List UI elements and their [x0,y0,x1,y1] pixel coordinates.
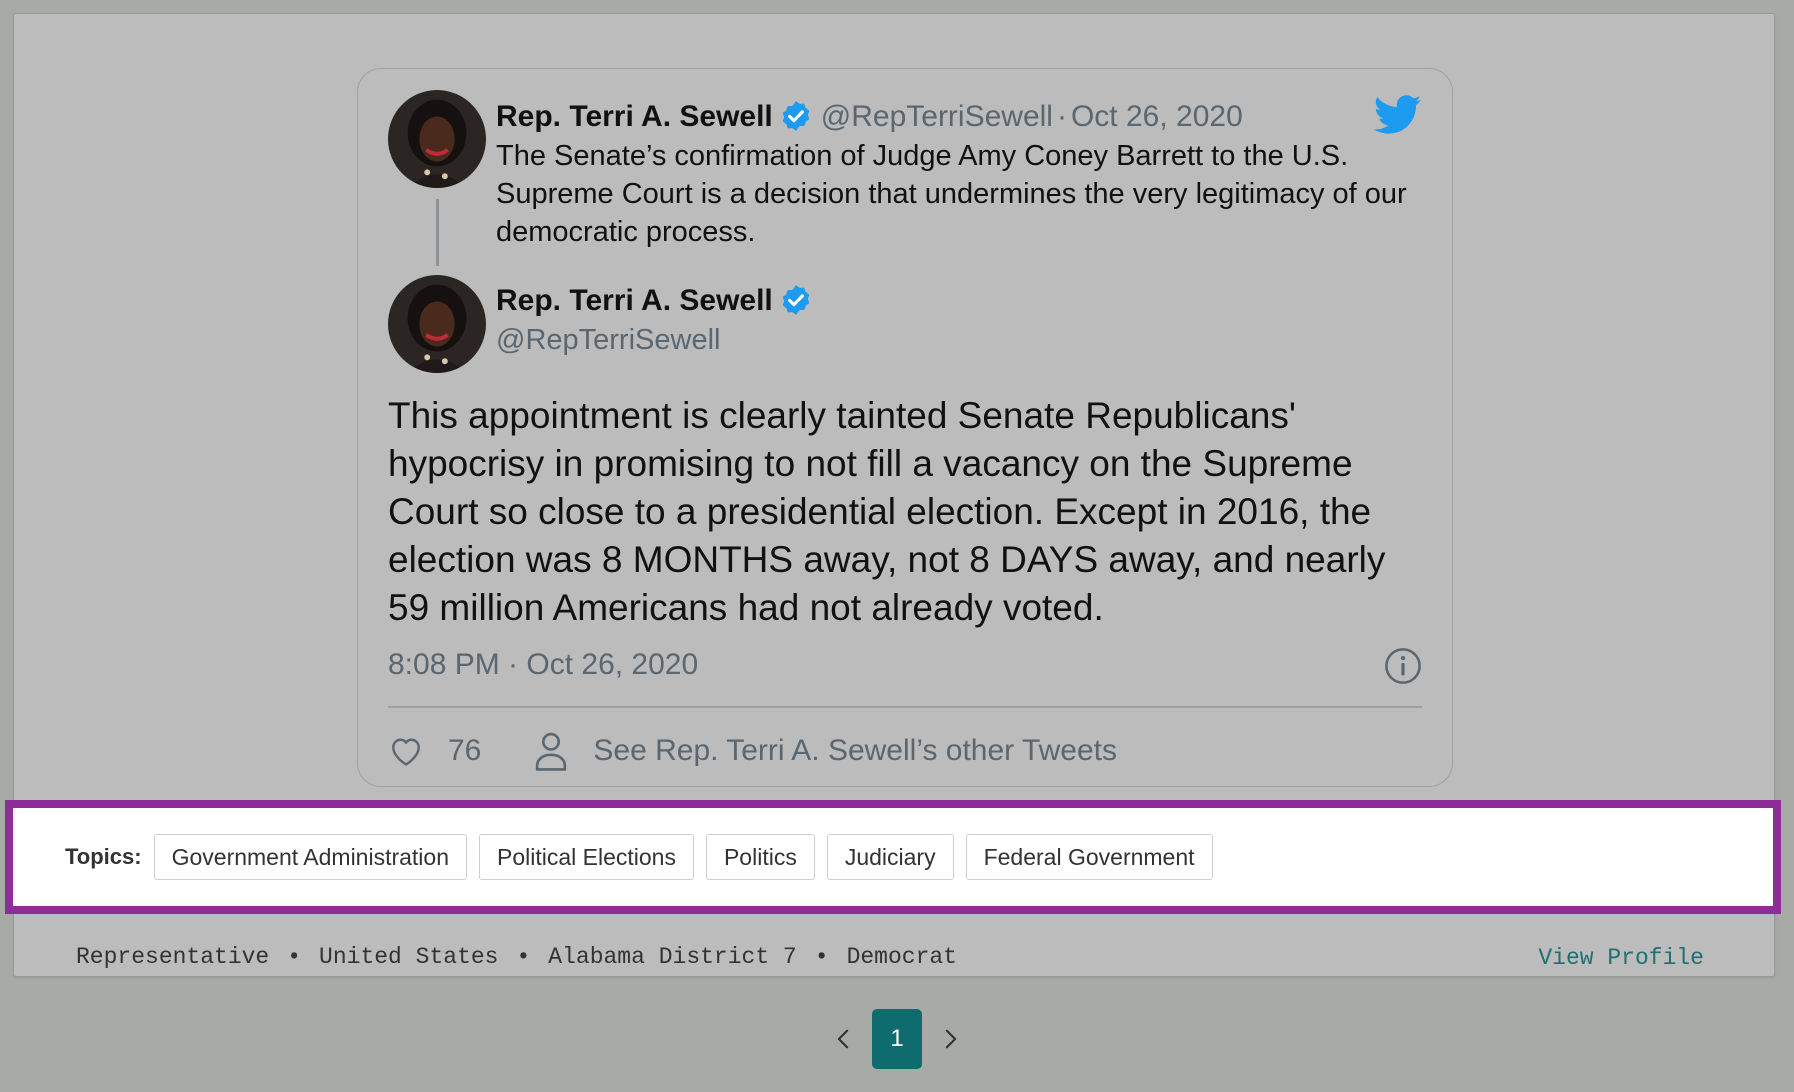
meta-district: Alabama District 7 [548,944,797,970]
tweet-author-name[interactable]: Rep. Terri A. Sewell [496,284,773,317]
meta-party: Democrat [846,944,957,970]
quoted-author-name[interactable]: Rep. Terri A. Sewell [496,100,773,133]
topics-bar: Topics: Government Administration Politi… [5,800,1781,914]
avatar-image [388,275,486,373]
meta-bullet: • [516,944,531,970]
meta-bullet: • [814,944,829,970]
topics-label: Topics: [65,844,142,869]
avatar[interactable] [388,275,486,373]
quoted-tweet-text: The Senate’s confirmation of Judge Amy C… [496,140,1407,248]
chevron-right-icon[interactable] [921,1009,981,1069]
info-icon[interactable] [1384,647,1422,685]
meta-role: Representative [76,944,270,970]
avatar-image [388,90,486,188]
like-count[interactable]: 76 [448,734,481,768]
topic-tag[interactable]: Political Elections [479,834,694,880]
page-number-current[interactable]: 1 [872,1009,922,1069]
verified-badge-icon [779,99,813,133]
quoted-tweet-header: Rep. Terri A. Sewell @RepTerriSewell · Oct … [496,95,1243,139]
topic-tag[interactable]: Politics [705,834,815,880]
person-icon[interactable] [533,731,569,771]
tweet-text: This appointment is clearly tainted Sena… [388,395,1386,628]
view-profile-link[interactable]: View Profile [1538,945,1704,971]
embedded-tweet[interactable]: Rep. Terri A. Sewell @RepTerriSewell · Oct … [357,68,1453,787]
chevron-left-icon[interactable] [813,1009,873,1069]
tweet-divider [388,706,1422,708]
representative-meta: Representative • United States • Alabama Dis… [76,944,957,970]
tweet-actions: 76 See Rep. Terri A. Sewell’s other Twee… [388,727,1117,775]
meta-country: United States [319,944,499,970]
quoted-handle[interactable]: @RepTerriSewell [821,100,1053,133]
heart-icon[interactable] [388,733,424,769]
topic-tag[interactable]: Government Administration [153,834,467,880]
avatar[interactable] [388,90,486,188]
topic-tag[interactable]: Federal Government [965,834,1213,880]
tweet-handle[interactable]: @RepTerriSewell [496,321,720,359]
quoted-date[interactable]: Oct 26, 2020 [1071,100,1243,133]
thread-connector-line [436,199,439,266]
twitter-bird-icon[interactable] [1374,95,1422,135]
pagination: 1 [0,1009,1794,1069]
tweet-timestamp[interactable]: 8:08 PM · Oct 26, 2020 [388,645,698,685]
tweet-author: Rep. Terri A. Sewell [496,281,813,321]
meta-bullet: • [287,944,302,970]
topic-tag[interactable]: Judiciary [826,834,954,880]
separator-dot: · [1056,100,1067,133]
verified-badge-icon [779,283,813,317]
other-tweets-link[interactable]: See Rep. Terri A. Sewell’s other Tweets [593,734,1117,768]
